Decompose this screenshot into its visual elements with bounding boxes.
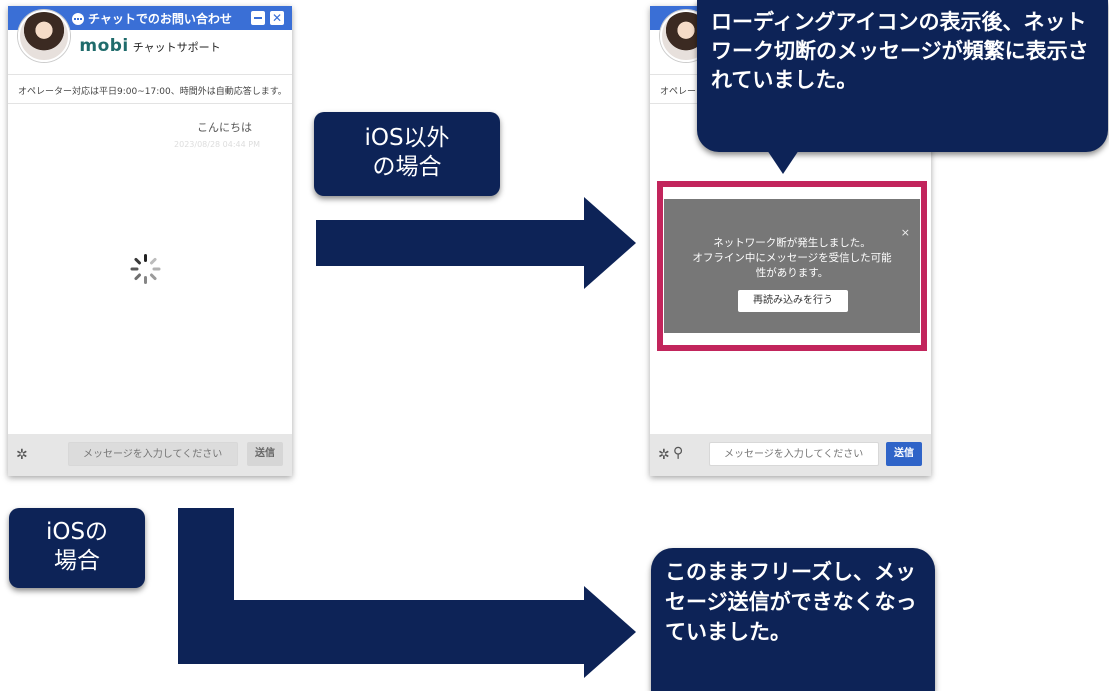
send-button[interactable]: 送信 [886,442,922,466]
business-hours-notice: オペレーター対応は平日9:00~17:00、時間外は自動応答します。 [8,74,292,104]
network-error-message: ネットワーク断が発生しました。 オフライン中にメッセージを受信した可能 性があり… [692,237,892,279]
non-ios-case-label: iOS以外 の場合 [314,112,500,196]
chat-bubble-icon [72,13,84,25]
non-ios-result-callout: ローディングアイコンの表示後、ネットワーク切断のメッセージが頻繁に表示されていま… [697,0,1108,174]
operator-avatar [18,10,70,62]
gear-icon[interactable]: ✲ [16,447,28,463]
chat-widget-loading: チャットでのお問い合わせ ✕ mobi チャットサポート オペレーター対応は平日9… [8,6,292,476]
mobi-logo: mobi [79,36,129,56]
arrow-head-lower [584,586,636,678]
arrow-head-upper [584,197,636,289]
network-error-dialog: × ネットワーク断が発生しました。 オフライン中にメッセージを受信した可能 性が… [664,199,920,333]
chat-title: チャットでのお問い合わせ [72,10,232,27]
message-input[interactable] [709,442,879,466]
message-input-bar: ✲ 送信 [8,434,292,476]
message-text: こんにちは [197,121,252,134]
message-input-bar: ✲ ⚲ 送信 [650,434,931,476]
message-timestamp: 2023/08/28 04:44 PM [174,140,260,149]
send-button[interactable]: 送信 [247,442,283,466]
gear-icon[interactable]: ✲ [658,447,670,463]
message-input[interactable] [68,442,238,466]
arrow-body-lower-horizontal [178,600,588,664]
ios-result-callout: このままフリーズし、メッセージ送信ができなくなっていました。 [651,548,935,691]
paperclip-icon[interactable]: ⚲ [673,445,683,461]
close-button[interactable]: ✕ [270,11,284,25]
arrow-body-upper [316,220,588,266]
brand-subtitle: チャットサポート [132,41,221,54]
minimize-button[interactable] [251,11,265,25]
ios-case-label: iOSの 場合 [9,508,145,588]
loading-spinner-icon [130,254,161,284]
error-highlight-frame: × ネットワーク断が発生しました。 オフライン中にメッセージを受信した可能 性が… [657,181,927,351]
reload-button[interactable]: 再読み込みを行う [738,290,848,312]
